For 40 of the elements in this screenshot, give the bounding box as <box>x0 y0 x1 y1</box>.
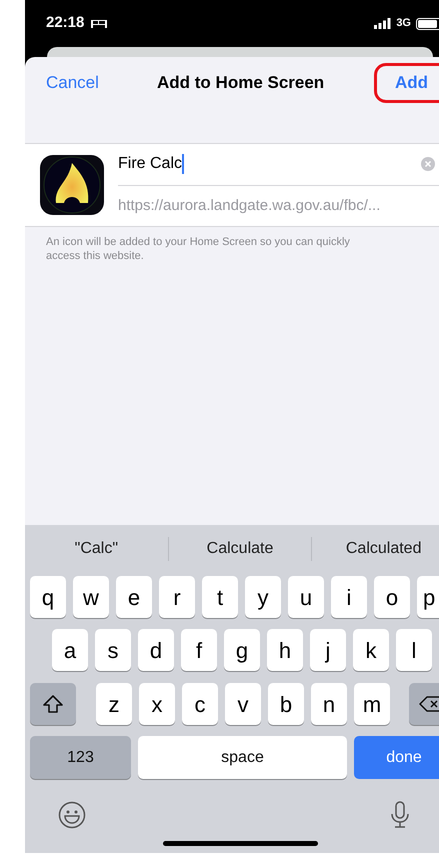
letter-key[interactable]: v <box>225 683 261 725</box>
suggestion[interactable]: Calculate <box>206 537 274 561</box>
suggestion[interactable]: "Calc" <box>74 537 118 561</box>
add-button[interactable]: Add <box>374 63 439 103</box>
letter-key[interactable]: p <box>417 576 439 618</box>
letter-key[interactable]: i <box>331 576 367 618</box>
space-key[interactable]: space <box>138 736 347 779</box>
letter-key[interactable]: l <box>396 629 432 671</box>
numbers-key[interactable]: 123 <box>30 736 131 779</box>
letter-key[interactable]: b <box>268 683 304 725</box>
letter-key[interactable]: a <box>52 629 88 671</box>
letter-key[interactable]: q <box>30 576 66 618</box>
url-text: https://aurora.landgate.wa.gov.au/fbc/... <box>118 196 380 216</box>
letter-key[interactable]: z <box>96 683 132 725</box>
letter-key[interactable]: x <box>139 683 175 725</box>
letter-key[interactable]: f <box>181 629 217 671</box>
letter-key[interactable]: h <box>267 629 303 671</box>
suggestion[interactable]: Calculated <box>346 537 422 561</box>
sheet-title: Add to Home Screen <box>157 72 324 94</box>
letter-key[interactable]: c <box>182 683 218 725</box>
letter-key[interactable]: w <box>73 576 109 618</box>
letter-key[interactable]: k <box>353 629 389 671</box>
status-time: 22:18 <box>46 13 84 34</box>
letter-key[interactable]: j <box>310 629 346 671</box>
letter-key[interactable]: g <box>224 629 260 671</box>
letter-key[interactable]: r <box>159 576 195 618</box>
done-key[interactable]: done <box>354 736 439 779</box>
network-label: 3G <box>396 16 411 32</box>
letter-key[interactable]: e <box>116 576 152 618</box>
letter-key[interactable]: n <box>311 683 347 725</box>
letter-key[interactable]: y <box>245 576 281 618</box>
letter-key[interactable]: o <box>374 576 410 618</box>
letter-key[interactable]: t <box>202 576 238 618</box>
letter-key[interactable]: d <box>138 629 174 671</box>
name-field[interactable]: Fire Calc <box>118 152 182 176</box>
letter-key[interactable]: u <box>288 576 324 618</box>
help-text: An icon will be added to your Home Screen so you can quickly access this website. <box>45 235 351 263</box>
letter-key[interactable]: m <box>354 683 390 725</box>
letter-key[interactable]: s <box>95 629 131 671</box>
cancel-button[interactable]: Cancel <box>46 70 99 96</box>
